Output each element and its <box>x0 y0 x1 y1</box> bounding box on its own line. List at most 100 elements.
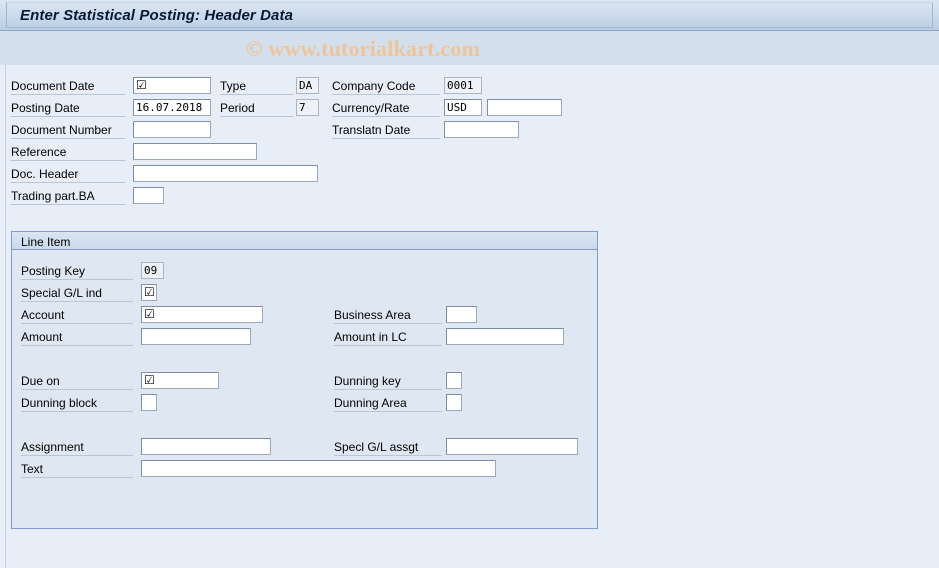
label-reference: Reference <box>11 145 67 159</box>
label-text: Text <box>21 462 44 476</box>
label-underline <box>11 182 125 183</box>
page-title: Enter Statistical Posting: Header Data <box>20 7 294 24</box>
field-row-account: Account ☑ <box>21 306 321 325</box>
label-underline <box>332 116 440 117</box>
field-row-company-code: Company Code 0001 <box>332 77 572 96</box>
field-row-translatn-date: Translatn Date <box>332 121 572 140</box>
field-row-reference: Reference <box>11 143 311 162</box>
label-underline <box>11 116 125 117</box>
label-assignment: Assignment <box>21 440 84 454</box>
field-row-doc-header: Doc. Header <box>11 165 331 184</box>
label-underline <box>11 204 125 205</box>
line-item-group-title: Line Item <box>21 235 71 249</box>
label-posting-key: Posting Key <box>21 264 86 278</box>
field-row-business-area: Business Area <box>334 306 584 325</box>
input-reference[interactable] <box>133 143 257 160</box>
input-translatn-date[interactable] <box>444 121 519 138</box>
label-underline <box>334 345 442 346</box>
field-row-currency-rate: Currency/Rate USD <box>332 99 572 118</box>
input-specl-gl-assgt[interactable] <box>446 438 578 455</box>
label-underline <box>21 323 133 324</box>
label-underline <box>21 389 133 390</box>
left-rail-divider <box>5 65 6 568</box>
field-row-dunning-area: Dunning Area <box>334 394 584 413</box>
input-currency[interactable]: USD <box>444 99 482 116</box>
label-underline <box>11 138 125 139</box>
input-account[interactable]: ☑ <box>141 306 263 323</box>
label-period: Period <box>220 101 255 115</box>
input-business-area[interactable] <box>446 306 477 323</box>
label-underline <box>334 389 442 390</box>
label-trading-part-ba: Trading part.BA <box>11 189 95 203</box>
input-document-date[interactable]: ☑ <box>133 77 211 94</box>
input-dunning-area[interactable] <box>446 394 462 411</box>
label-dunning-block: Dunning block <box>21 396 98 410</box>
input-period[interactable]: 7 <box>296 99 319 116</box>
label-posting-date: Posting Date <box>11 101 80 115</box>
field-row-specl-gl-assgt: Specl G/L assgt <box>334 438 599 457</box>
label-underline <box>332 138 440 139</box>
label-underline <box>21 455 133 456</box>
label-account: Account <box>21 308 65 322</box>
label-underline <box>11 94 125 95</box>
field-row-special-gl-ind: Special G/L ind ☑ <box>21 284 321 303</box>
label-specl-gl-assgt: Specl G/L assgt <box>334 440 419 454</box>
input-due-on[interactable]: ☑ <box>141 372 219 389</box>
field-row-trading-part-ba: Trading part.BA <box>11 187 311 206</box>
window-title-bar: Enter Statistical Posting: Header Data <box>0 0 939 31</box>
input-assignment[interactable] <box>141 438 271 455</box>
field-row-amount-in-lc: Amount in LC <box>334 328 584 347</box>
label-underline <box>334 455 442 456</box>
label-underline <box>11 160 125 161</box>
label-document-date: Document Date <box>11 79 95 93</box>
label-underline <box>220 94 294 95</box>
label-underline <box>21 279 133 280</box>
label-currency-rate: Currency/Rate <box>332 101 410 115</box>
field-row-period: Period 7 <box>220 99 330 118</box>
line-item-panel: Line Item Posting Key 09 Special G/L ind… <box>11 231 598 529</box>
label-translatn-date: Translatn Date <box>332 123 411 137</box>
input-trading-part-ba[interactable] <box>133 187 164 204</box>
input-exchange-rate[interactable] <box>487 99 562 116</box>
input-doc-header[interactable] <box>133 165 318 182</box>
field-row-dunning-block: Dunning block <box>21 394 321 413</box>
watermark-text: © www.tutorialkart.com <box>246 36 481 61</box>
label-underline <box>21 477 133 478</box>
label-underline <box>21 301 133 302</box>
input-document-number[interactable] <box>133 121 211 138</box>
label-doc-header: Doc. Header <box>11 167 79 181</box>
input-posting-date[interactable]: 16.07.2018 <box>133 99 211 116</box>
field-row-dunning-key: Dunning key <box>334 372 584 391</box>
field-row-amount: Amount <box>21 328 321 347</box>
label-underline <box>21 411 133 412</box>
label-amount-in-lc: Amount in LC <box>334 330 407 344</box>
label-company-code: Company Code <box>332 79 416 93</box>
label-document-number: Document Number <box>11 123 112 137</box>
label-amount: Amount <box>21 330 63 344</box>
input-amount-in-lc[interactable] <box>446 328 564 345</box>
label-underline <box>332 94 440 95</box>
label-business-area: Business Area <box>334 308 411 322</box>
label-underline <box>334 411 442 412</box>
label-underline <box>220 116 294 117</box>
input-dunning-block[interactable] <box>141 394 157 411</box>
label-underline <box>334 323 442 324</box>
field-row-assignment: Assignment <box>21 438 321 457</box>
field-row-posting-key: Posting Key 09 <box>21 262 321 281</box>
field-row-due-on: Due on ☑ <box>21 372 321 391</box>
input-text[interactable] <box>141 460 496 477</box>
field-row-document-number: Document Number <box>11 121 311 140</box>
label-due-on: Due on <box>21 374 60 388</box>
line-item-group-header: Line Item <box>12 232 597 250</box>
input-dunning-key[interactable] <box>446 372 462 389</box>
input-company-code[interactable]: 0001 <box>444 77 482 94</box>
input-amount[interactable] <box>141 328 251 345</box>
label-dunning-key: Dunning key <box>334 374 401 388</box>
field-row-text: Text <box>21 460 501 479</box>
label-dunning-area: Dunning Area <box>334 396 407 410</box>
input-posting-key[interactable]: 09 <box>141 262 164 279</box>
input-special-gl-ind[interactable]: ☑ <box>141 284 157 301</box>
label-underline <box>21 345 133 346</box>
form-canvas: Document Date ☑ Posting Date 16.07.2018 … <box>0 65 939 568</box>
input-type[interactable]: DA <box>296 77 319 94</box>
